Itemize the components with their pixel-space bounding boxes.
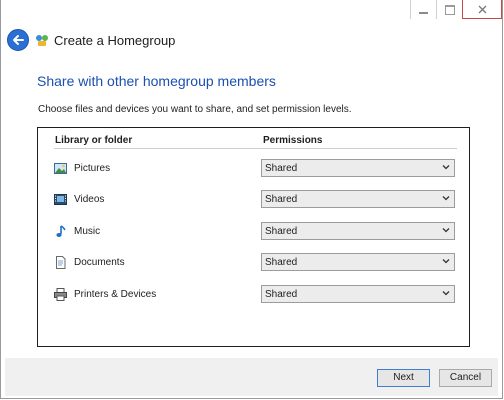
maximize-icon xyxy=(444,4,455,15)
row-label-videos: Videos xyxy=(74,194,105,205)
caption-buttons xyxy=(410,0,502,19)
pictures-icon xyxy=(54,163,67,174)
homegroup-window: Create a Homegroup Share with other home… xyxy=(0,0,503,399)
videos-icon xyxy=(54,194,67,205)
row-label-printers-devices: Printers & Devices xyxy=(74,289,157,300)
footer-bar: Next Cancel xyxy=(5,358,498,396)
permission-select-pictures[interactable]: Shared xyxy=(261,159,455,177)
maximize-button[interactable] xyxy=(436,0,462,19)
row-printers-devices: Printers & Devices Shared xyxy=(38,285,469,305)
select-value: Shared xyxy=(265,257,298,268)
select-value: Shared xyxy=(265,226,298,237)
back-button[interactable] xyxy=(7,29,29,51)
chevron-down-icon xyxy=(442,291,450,296)
header: Create a Homegroup xyxy=(7,27,175,53)
select-value: Shared xyxy=(265,163,298,174)
row-label-documents: Documents xyxy=(74,257,125,268)
row-label-music: Music xyxy=(74,226,101,237)
minimize-icon xyxy=(419,11,428,14)
select-value: Shared xyxy=(265,194,298,205)
minimize-button[interactable] xyxy=(410,0,436,19)
back-arrow-icon xyxy=(13,35,24,45)
permission-select-videos[interactable]: Shared xyxy=(261,190,455,208)
close-icon xyxy=(478,5,486,13)
row-documents: Documents Shared xyxy=(38,253,469,273)
chevron-down-icon xyxy=(442,165,450,170)
music-icon xyxy=(56,225,66,237)
row-videos: Videos Shared xyxy=(38,190,469,210)
close-button[interactable] xyxy=(462,0,502,19)
share-table: Library or folder Permissions Pictures S… xyxy=(37,127,470,347)
documents-icon xyxy=(56,256,66,269)
instruction-text: Choose files and devices you want to sha… xyxy=(38,104,352,115)
row-pictures: Pictures Shared xyxy=(38,159,469,179)
permission-select-printers-devices[interactable]: Shared xyxy=(261,285,455,303)
page-heading: Share with other homegroup members xyxy=(37,73,276,89)
row-label-pictures: Pictures xyxy=(74,163,111,174)
window-title: Create a Homegroup xyxy=(54,32,176,48)
chevron-down-icon xyxy=(442,228,450,233)
permission-select-documents[interactable]: Shared xyxy=(261,253,455,271)
chevron-down-icon xyxy=(442,259,450,264)
printer-icon xyxy=(54,288,67,301)
chevron-down-icon xyxy=(442,196,450,201)
homegroup-icon xyxy=(36,35,48,46)
library-column-header: Library or folder xyxy=(55,135,133,146)
next-button[interactable]: Next xyxy=(377,369,430,387)
permission-select-music[interactable]: Shared xyxy=(261,222,455,240)
header-divider xyxy=(54,148,457,149)
select-value: Shared xyxy=(265,289,298,300)
cancel-button[interactable]: Cancel xyxy=(439,369,492,387)
permissions-column-header: Permissions xyxy=(263,135,323,146)
row-music: Music Shared xyxy=(38,222,469,242)
